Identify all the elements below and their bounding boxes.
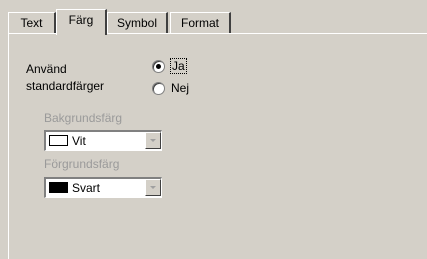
background-color-select[interactable]: Vit — [44, 130, 162, 151]
radio-yes-indicator[interactable] — [152, 59, 165, 73]
foreground-dropdown-button[interactable] — [145, 179, 161, 196]
tab-symbol-label: Symbol — [116, 16, 157, 30]
foreground-color-label: Förgrundsfärg — [44, 157, 120, 171]
background-color-swatch — [49, 135, 68, 146]
radio-yes-label: Ja — [170, 58, 187, 74]
foreground-color-value: Svart — [72, 181, 101, 195]
background-color-label: Bakgrundsfärg — [44, 111, 123, 125]
color-settings-dialog: Text Färg Symbol Format Använd standardf… — [0, 0, 427, 259]
tab-farg-label: Färg — [68, 13, 94, 27]
radio-no-label: Nej — [171, 81, 190, 95]
chevron-down-icon — [150, 139, 156, 142]
background-color-value: Vit — [72, 134, 86, 148]
tab-symbol[interactable]: Symbol — [107, 12, 168, 33]
foreground-color-select[interactable]: Svart — [44, 177, 162, 198]
tab-farg[interactable]: Färg — [56, 9, 107, 35]
chevron-down-icon — [150, 186, 156, 189]
tab-format[interactable]: Format — [170, 12, 231, 33]
tab-format-label: Format — [180, 16, 219, 30]
radio-selected-dot — [156, 63, 161, 69]
radio-no[interactable]: Nej — [152, 80, 189, 96]
tab-text[interactable]: Text — [8, 12, 56, 33]
tab-text-label: Text — [20, 16, 43, 30]
radio-no-indicator[interactable] — [152, 81, 165, 95]
radio-yes[interactable]: Ja — [152, 58, 187, 74]
background-dropdown-button[interactable] — [145, 132, 161, 149]
use-default-colors-label: Använd standardfärger — [26, 62, 105, 93]
foreground-color-swatch — [49, 182, 68, 193]
